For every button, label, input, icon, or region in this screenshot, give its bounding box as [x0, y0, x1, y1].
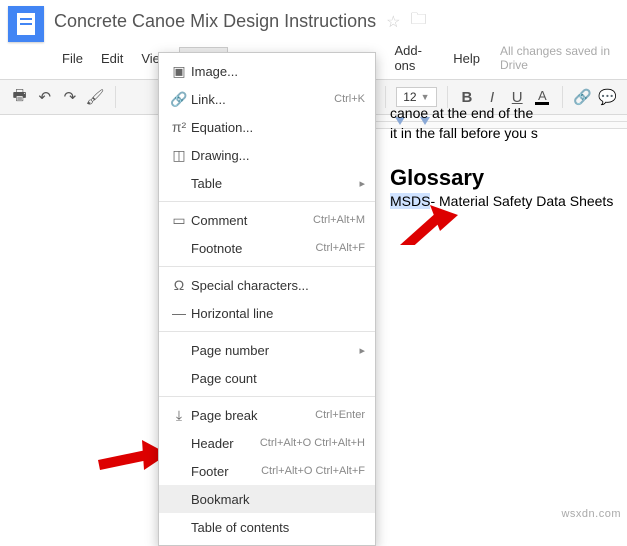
comment-icon: ▭ — [167, 212, 191, 229]
docs-logo[interactable] — [8, 6, 44, 42]
body-text-line: it in the fall before you s — [390, 124, 627, 144]
menu-item-link[interactable]: 🔗 Link... Ctrl+K — [159, 85, 375, 113]
menu-item-special-characters[interactable]: Ω Special characters... — [159, 271, 375, 299]
image-icon: ▣ — [167, 63, 191, 80]
link-icon: 🔗 — [167, 91, 191, 108]
star-icon[interactable]: ☆ — [386, 12, 400, 32]
watermark: wsxdn.com — [561, 508, 621, 520]
menu-separator — [159, 331, 375, 332]
menu-item-image[interactable]: ▣ Image... — [159, 57, 375, 85]
menu-file[interactable]: File — [54, 47, 91, 70]
drawing-icon: ◫ — [167, 147, 191, 164]
save-status: All changes saved in Drive — [500, 44, 619, 72]
hline-icon: — — [167, 305, 191, 321]
omega-icon: Ω — [167, 277, 191, 293]
body-text-line: canoe at the end of the — [390, 104, 627, 124]
redo-icon[interactable]: ↷ — [60, 85, 79, 109]
menu-help[interactable]: Help — [445, 47, 488, 70]
annotation-arrow-icon — [400, 205, 460, 245]
equation-icon: π² — [167, 119, 191, 135]
document-title[interactable]: Concrete Canoe Mix Design Instructions — [54, 11, 376, 32]
menu-item-comment[interactable]: ▭ Comment Ctrl+Alt+M — [159, 206, 375, 234]
menu-separator — [159, 201, 375, 202]
glossary-entry: MSDS- Material Safety Data Sheets — [390, 193, 627, 209]
highlighted-term: MSDS — [390, 193, 430, 209]
page-break-icon: ⤓ — [167, 407, 191, 424]
menu-item-table-of-contents[interactable]: Table of contents — [159, 513, 375, 541]
document-canvas[interactable]: canoe at the end of the it in the fall b… — [380, 100, 627, 209]
print-icon[interactable]: 🖶 — [10, 85, 29, 109]
menu-edit[interactable]: Edit — [93, 47, 131, 70]
menu-item-page-break[interactable]: ⤓ Page break Ctrl+Enter — [159, 401, 375, 429]
menu-item-horizontal-line[interactable]: — Horizontal line — [159, 299, 375, 327]
menu-item-page-number[interactable]: Page number ▸ — [159, 336, 375, 364]
submenu-arrow-icon: ▸ — [359, 177, 365, 190]
menu-item-footnote[interactable]: Footnote Ctrl+Alt+F — [159, 234, 375, 262]
menu-item-header[interactable]: Header Ctrl+Alt+O Ctrl+Alt+H — [159, 429, 375, 457]
menu-item-footer[interactable]: Footer Ctrl+Alt+O Ctrl+Alt+F — [159, 457, 375, 485]
undo-icon[interactable]: ↶ — [35, 85, 54, 109]
menu-item-page-count[interactable]: Page count — [159, 364, 375, 392]
menu-item-equation[interactable]: π² Equation... — [159, 113, 375, 141]
menu-item-table[interactable]: Table ▸ — [159, 169, 375, 197]
menu-item-bookmark[interactable]: Bookmark — [159, 485, 375, 513]
insert-menu-dropdown: ▣ Image... 🔗 Link... Ctrl+K π² Equation.… — [158, 52, 376, 546]
menu-item-drawing[interactable]: ◫ Drawing... — [159, 141, 375, 169]
glossary-heading: Glossary — [390, 165, 627, 191]
menu-separator — [159, 266, 375, 267]
paint-format-icon[interactable]: 🖌 — [85, 85, 104, 109]
menu-addons[interactable]: Add-ons — [386, 39, 443, 77]
menu-separator — [159, 396, 375, 397]
submenu-arrow-icon: ▸ — [359, 344, 365, 357]
folder-icon[interactable]: 🗀 — [411, 8, 427, 35]
